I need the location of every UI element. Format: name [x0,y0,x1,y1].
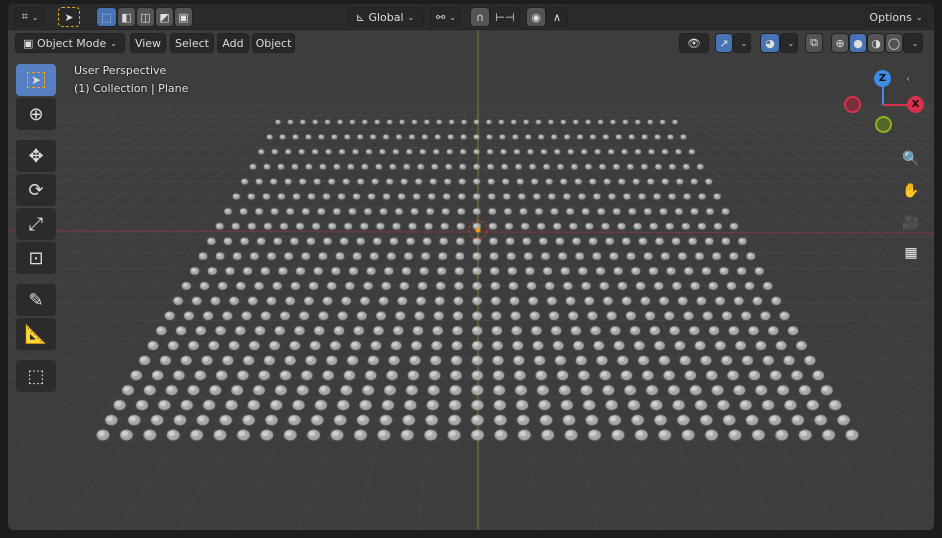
select-tool-button[interactable]: ➤ [58,7,80,27]
move-icon: ✥ [28,145,44,167]
gizmo-x-line [883,104,908,106]
cursor-icon: ⊕ [28,103,44,125]
gizmo-y-axis[interactable] [875,116,892,133]
rotate-icon: ⟳ [28,179,44,201]
chevron-down-icon: ⌄ [915,12,923,22]
xray-toggle[interactable]: ⧉ [805,33,823,53]
solid-icon: ● [853,36,863,50]
material-icon: ◑ [871,36,881,50]
gizmo-neg-x-axis[interactable] [844,96,861,113]
add-cube-icon: ⬚ [27,365,45,387]
select-invert-icon: ◩ [159,10,170,24]
editor-type-icon: ⌗ [21,10,28,23]
magnet-icon: ∩ [475,10,485,24]
menu-select[interactable]: Select [170,33,214,53]
nav-pan[interactable]: ✋ [898,178,924,204]
snap-target-dropdown[interactable]: ⊢⊣ [490,7,520,27]
menu-view[interactable]: View [130,33,166,53]
orientation-icon: ⊾ [355,10,365,24]
chevron-down-icon: ⌄ [110,38,117,48]
gizmo-toggle[interactable]: ↗ [715,33,733,53]
select-mode-invert[interactable]: ◩ [155,7,174,27]
shading-dropdown[interactable]: ⌄ [903,33,923,53]
eye-icon: 👁 [687,36,701,50]
shading-wireframe[interactable]: ⊕ [831,33,849,53]
overlays-icon: ◕ [765,36,775,50]
visibility-dropdown[interactable]: 👁 [679,33,709,53]
tool-transform[interactable]: ⊡ [16,242,56,274]
chevron-down-icon: ⌄ [449,12,456,22]
collection-info: (1) Collection | Plane [74,82,189,95]
nav-zoom[interactable]: 🔍 [898,146,924,172]
options-dropdown[interactable]: Options ⌄ [865,7,927,27]
overlays-dropdown[interactable]: ⌄ [780,33,798,53]
gizmo-icon: ↗ [719,36,729,50]
falloff-curve-icon: ∧ [552,10,562,24]
tool-move[interactable]: ✥ [16,140,56,172]
select-mode-subtract[interactable]: ◫ [136,7,155,27]
snap-toggle[interactable]: ∩ [470,7,490,27]
pivot-icon: ⚯ [436,10,446,24]
rendered-icon: ◯ [887,36,901,50]
shading-rendered[interactable]: ◯ [885,33,903,53]
xray-icon: ⧉ [810,36,818,49]
nav-perspective[interactable]: ▦ [898,240,924,266]
chevron-down-icon: ⌄ [740,38,748,48]
pivot-dropdown[interactable]: ⚯ ⌄ [430,7,462,27]
select-extend-icon: ◧ [121,10,132,24]
menu-add[interactable]: Add [217,33,249,53]
chevron-down-icon: ⌄ [31,12,39,22]
tool-annotate[interactable]: ✎ [16,284,56,316]
mode-dropdown[interactable]: ▣ Object Mode ⌄ [15,33,125,53]
tool-add-cube[interactable]: ⬚ [16,360,56,392]
snap-increment-icon: ⊢⊣ [495,10,515,24]
falloff-dropdown[interactable]: ∧ [546,7,568,27]
select-mode-new[interactable]: ⬚ [96,7,117,27]
wireframe-icon: ⊕ [835,36,845,50]
select-mode-intersect[interactable]: ▣ [174,7,193,27]
annotate-icon: ✎ [28,289,44,311]
editor-type-button[interactable]: ⌗ ⌄ [14,7,46,27]
sidebar-toggle-icon[interactable]: ‹ [906,72,910,85]
shading-material[interactable]: ◑ [867,33,885,53]
gizmo-dropdown[interactable]: ⌄ [733,33,751,53]
nav-camera[interactable]: 🎥 [898,210,924,236]
gizmo-z-line [882,87,884,105]
tool-rotate[interactable]: ⟳ [16,174,56,206]
orientation-dropdown[interactable]: ⊾ Global ⌄ [346,7,424,27]
proportional-edit-toggle[interactable]: ◉ [526,7,546,27]
grid-perspective-icon: ▦ [904,245,918,261]
tool-cursor[interactable]: ⊕ [16,98,56,130]
select-subtract-icon: ◫ [140,10,151,24]
measure-icon: 📐 [24,323,48,345]
object-mode-icon: ▣ [23,36,34,50]
3d-viewport[interactable]: ⌗ ⌄ ➤ ⬚ ◧ ◫ ◩ ▣ ⊾ Global ⌄ ⚯ ⌄ ∩ ⊢⊣ ◉ ∧ Opt… [8,4,934,530]
tool-select-box[interactable]: ➤ [16,64,56,96]
hand-pan-icon: ✋ [902,183,920,199]
viewport-header: ⌗ ⌄ ➤ ⬚ ◧ ◫ ◩ ▣ ⊾ Global ⌄ ⚯ ⌄ ∩ ⊢⊣ ◉ ∧ Opt… [8,4,934,30]
proportional-edit-icon: ◉ [531,10,541,24]
chevron-down-icon: ⌄ [407,12,415,22]
menu-object[interactable]: Object [252,33,295,53]
shading-solid[interactable]: ● [849,33,867,53]
tool-measure[interactable]: 📐 [16,318,56,350]
gizmo-x-axis[interactable]: X [907,96,924,113]
select-intersect-icon: ▣ [178,10,189,24]
tool-scale[interactable]: ⤢ [16,208,56,240]
overlays-toggle[interactable]: ◕ [760,33,780,53]
view-name: User Perspective [74,64,167,77]
scale-icon: ⤢ [28,213,44,235]
chevron-down-icon: ⌄ [911,38,919,48]
select-new-icon: ⬚ [101,10,112,24]
cursor-arrow-icon: ➤ [64,10,74,24]
select-box-icon: ➤ [26,72,46,88]
gizmo-z-axis[interactable]: Z [874,70,891,87]
camera-icon: 🎥 [902,215,920,231]
transform-icon: ⊡ [28,247,44,269]
select-mode-extend[interactable]: ◧ [117,7,136,27]
zoom-icon: 🔍 [902,151,920,167]
chevron-down-icon: ⌄ [787,38,795,48]
